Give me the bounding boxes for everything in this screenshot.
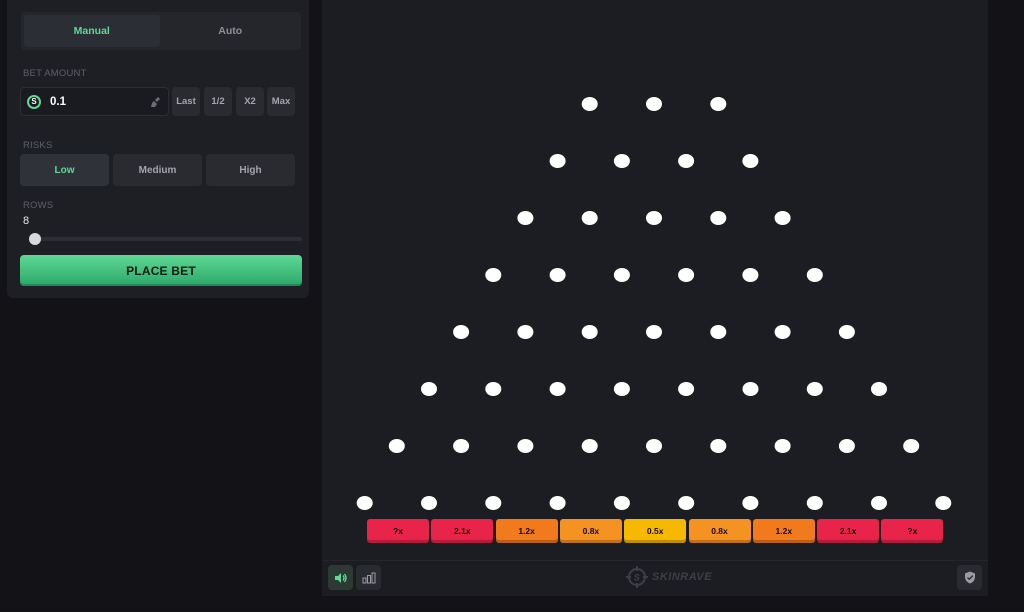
multiplier-slot: 0.5x	[624, 519, 687, 543]
multiplier-slot: 0.8x	[688, 519, 751, 543]
peg-field	[356, 97, 952, 510]
peg	[421, 496, 437, 510]
peg	[421, 382, 437, 396]
tab-manual[interactable]: Manual	[24, 15, 160, 47]
peg	[903, 439, 920, 453]
multiplier-slot: 2.1x	[817, 519, 880, 543]
peg	[806, 382, 823, 396]
multiplier-slot: ?x	[881, 519, 944, 543]
peg	[710, 211, 727, 225]
volume-icon	[334, 572, 347, 583]
rows-value: 8	[23, 215, 30, 227]
peg	[613, 382, 630, 396]
peg	[453, 439, 470, 453]
mode-tabs: Manual Auto	[21, 12, 301, 50]
peg	[613, 496, 630, 510]
bet-half-button[interactable]: 1/2	[204, 87, 232, 116]
bet-amount-label: BET AMOUNT	[23, 68, 87, 79]
risks-label: RISKS	[23, 140, 53, 151]
volume-button[interactable]	[328, 565, 353, 590]
peg	[646, 325, 662, 339]
peg	[549, 154, 566, 168]
coin-icon: S	[27, 94, 41, 109]
risk-low-button[interactable]: Low	[20, 154, 109, 186]
peg	[935, 496, 952, 510]
skinrave-logo: S SKINRAVE	[626, 565, 712, 589]
peg	[517, 325, 534, 339]
peg	[806, 496, 823, 510]
shield-check-icon	[964, 571, 975, 584]
bet-last-button[interactable]: Last	[172, 87, 200, 116]
peg	[774, 325, 791, 339]
multiplier-slot: 2.1x	[431, 519, 494, 543]
peg	[710, 97, 727, 111]
peg	[678, 496, 695, 510]
logo-crosshair-icon: S	[626, 566, 648, 588]
peg	[388, 439, 405, 453]
peg	[485, 382, 502, 396]
multiplier-slot: 1.2x	[752, 519, 815, 543]
bet-double-button[interactable]: X2	[236, 87, 264, 116]
peg	[838, 439, 855, 453]
peg	[678, 154, 695, 168]
peg	[678, 268, 695, 282]
peg	[806, 268, 823, 282]
peg	[678, 382, 695, 396]
stats-icon	[362, 572, 375, 583]
place-bet-button[interactable]: PLACE BET	[20, 255, 302, 286]
peg	[581, 325, 598, 339]
risk-medium-button[interactable]: Medium	[113, 154, 202, 186]
peg	[774, 211, 791, 225]
peg	[871, 496, 887, 510]
peg	[613, 268, 630, 282]
tab-auto[interactable]: Auto	[163, 15, 299, 47]
control-panel: Manual Auto BET AMOUNT S 0.1 Last 1/2 X2…	[7, 0, 309, 298]
rows-slider-track[interactable]	[30, 237, 302, 241]
multiplier-slot: 1.2x	[495, 519, 558, 543]
bet-amount-value[interactable]: 0.1	[50, 96, 150, 108]
fairness-button[interactable]	[957, 565, 982, 590]
peg	[742, 382, 759, 396]
peg	[453, 325, 470, 339]
peg	[517, 439, 534, 453]
multiplier-slot: ?x	[367, 519, 429, 543]
logo-text: SKINRAVE	[652, 571, 713, 583]
peg	[517, 211, 534, 225]
peg	[742, 496, 759, 510]
peg	[485, 496, 502, 510]
peg	[549, 496, 566, 510]
risk-high-button[interactable]: High	[206, 154, 295, 186]
bet-amount-field[interactable]: S 0.1	[20, 87, 169, 116]
peg	[871, 382, 887, 396]
peg	[581, 211, 598, 225]
peg	[549, 268, 566, 282]
plinko-board	[322, 0, 988, 560]
peg	[581, 439, 598, 453]
clear-icon[interactable]	[150, 96, 162, 108]
peg	[549, 382, 566, 396]
stats-button[interactable]	[356, 565, 381, 590]
peg	[742, 154, 759, 168]
peg	[356, 496, 373, 510]
peg	[581, 97, 598, 111]
rows-label: ROWS	[23, 200, 54, 211]
peg	[774, 439, 791, 453]
peg	[710, 325, 727, 339]
bet-max-button[interactable]: Max	[267, 87, 295, 116]
peg	[838, 325, 855, 339]
svg-text:S: S	[634, 573, 641, 583]
peg	[742, 268, 759, 282]
peg	[613, 154, 630, 168]
peg	[646, 211, 662, 225]
peg	[646, 439, 662, 453]
multiplier-slot: 0.8x	[559, 519, 622, 543]
rows-slider-thumb[interactable]	[29, 233, 41, 245]
peg	[485, 268, 502, 282]
peg	[646, 97, 662, 111]
peg	[710, 439, 727, 453]
